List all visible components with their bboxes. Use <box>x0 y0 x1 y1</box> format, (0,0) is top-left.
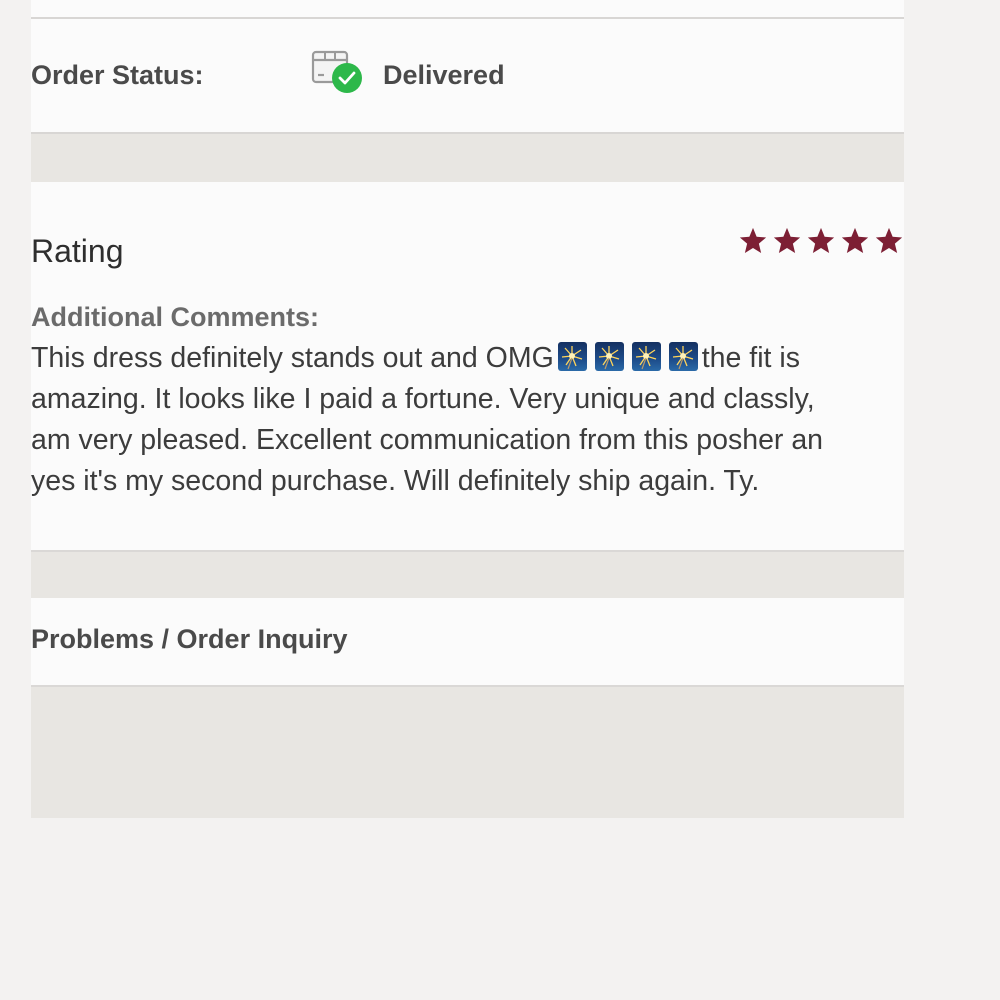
order-status-card: Order Status: Delivered <box>31 19 904 134</box>
package-delivered-icon <box>311 46 367 98</box>
sparkler-icon <box>557 341 587 371</box>
star-icon <box>773 227 801 253</box>
order-status-value: Delivered <box>383 60 505 90</box>
top-card-edge <box>31 0 904 19</box>
rating-card: Rating Additional Comments: This dress d… <box>31 182 904 552</box>
star-icon <box>739 227 767 253</box>
rating-title: Rating <box>31 233 124 269</box>
sparkler-icon <box>631 341 661 371</box>
star-rating <box>738 226 904 256</box>
sparkler-icon <box>594 341 624 371</box>
emoji-row <box>557 341 698 371</box>
comments-text: This dress definitely stands out and OMG… <box>31 338 904 502</box>
sparkler-icon <box>668 341 698 371</box>
problems-order-inquiry-label: Problems / Order Inquiry <box>31 624 348 654</box>
problems-order-inquiry-row[interactable]: Problems / Order Inquiry <box>31 598 904 687</box>
star-icon <box>875 227 903 253</box>
comments-line-2: amazing. It looks like I paid a fortune.… <box>31 383 815 415</box>
comments-line-4: yes it's my second purchase. Will defini… <box>31 465 760 497</box>
order-status-label: Order Status: <box>31 60 204 90</box>
screen: Order Status: Delivered Rating Additiona… <box>0 0 1000 1000</box>
comments-label: Additional Comments: <box>31 302 319 332</box>
comments-line-1: This dress definitely stands out and OMG… <box>31 338 904 379</box>
star-icon <box>841 227 869 253</box>
star-icon <box>807 227 835 253</box>
comments-line-1-end: the fit is <box>701 342 800 374</box>
comments-line-1-start: This dress definitely stands out and OMG <box>31 342 554 374</box>
order-details-content: Order Status: Delivered Rating Additiona… <box>31 0 904 818</box>
comments-line-3: am very pleased. Excellent communication… <box>31 424 824 456</box>
